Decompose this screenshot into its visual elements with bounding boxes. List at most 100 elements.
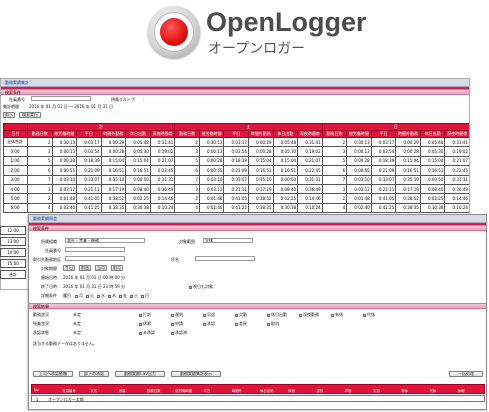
period-prev-week-button[interactable]: 前週 (79, 265, 91, 271)
period-value[interactable]: 2016 年 01 月 01 日 〜 2016 年 01 月 31 日 (29, 104, 113, 110)
result-flag-label: 有休 (335, 312, 343, 317)
result-flag-checkbox[interactable] (363, 313, 366, 317)
group-value[interactable]: : (143, 97, 144, 102)
bulk-button[interactable]: 一括処理 (449, 371, 483, 377)
grid-column-header[interactable]: 勤務日数 (321, 130, 348, 138)
org-select[interactable]: 本社・営業・総務 (65, 238, 145, 243)
weekday-checkbox[interactable] (108, 294, 111, 298)
period-today-button[interactable]: 今日 (63, 265, 75, 271)
list-column-header[interactable]: 平日 (204, 388, 211, 393)
result-flag-checkbox[interactable] (139, 313, 142, 317)
action-button[interactable]: 部下の承認 (79, 371, 109, 377)
grid-column-header[interactable]: 休日出勤 (419, 130, 446, 138)
result-flag-checkbox[interactable] (235, 322, 238, 326)
period-from-value[interactable]: 2016 年 01 月 01 日 00 時 00 分 (63, 275, 125, 281)
row-label: 6:00 (3, 202, 28, 214)
list-column-header[interactable]: 早退 (345, 388, 352, 393)
list-column-header[interactable]: 深夜 (288, 388, 295, 393)
result-flag-checkbox[interactable] (203, 322, 206, 326)
table-row[interactable]: 4:00 3 0:03:12 0:21:11 0:17:19 0:08:40 0:36:49… (3, 183, 469, 195)
table-row[interactable]: 5:00 2 0:01:48 0:41:05 0:38:52 0:02:25 0:14:46… (3, 193, 469, 204)
emp-no-input[interactable] (65, 247, 125, 252)
list-column-header[interactable]: 社員番号 (62, 388, 76, 393)
list-row[interactable]: 1 オープンロガー太郎 (31, 395, 485, 402)
result-flag-checkbox[interactable] (331, 313, 334, 317)
weekday-label: 曜日 (63, 293, 71, 298)
table-row[interactable]: 6:00 4 0:02:40 0:41:25 0:38:35 0:30:38 0:10:24… (3, 202, 469, 214)
emp-name-input[interactable] (195, 256, 255, 261)
grid-column-header[interactable]: 平日 (76, 130, 102, 138)
table-cell: 0:03:12 (346, 183, 372, 195)
table-cell: 0:38:35 (247, 202, 274, 214)
list-column-header[interactable]: 休暇 (458, 388, 465, 393)
weekday-checkbox[interactable] (141, 294, 144, 298)
grid-column-header[interactable]: 休日出勤 (125, 130, 151, 138)
grid-column-header[interactable]: 勤務日数 (174, 130, 200, 138)
period-to-value[interactable]: 2016 年 01 月 31 日 23 時 59 分 (63, 284, 125, 290)
holiday-checkbox[interactable] (189, 285, 192, 289)
weekday-checkbox[interactable] (86, 294, 89, 298)
list-column-header[interactable]: 所属 (119, 388, 126, 393)
grid-column-header[interactable]: 深夜時間帯 (297, 130, 323, 138)
grid-column-header[interactable]: 休日出勤 (272, 130, 299, 138)
list-column-header[interactable]: 時間外 (232, 388, 242, 393)
result-flag-checkbox[interactable] (235, 313, 238, 317)
weekday-checkbox[interactable] (119, 294, 122, 298)
weekday-checkbox[interactable] (97, 294, 100, 298)
grid-column-header[interactable]: 総労働時間 (198, 130, 225, 138)
table-row[interactable]: 1:00 5 0:00:28 0:18:39 0:15:04 0:15:04 0:21:07… (3, 155, 469, 167)
result-flag-checkbox[interactable] (171, 322, 174, 326)
weekday-checkbox[interactable] (75, 294, 78, 298)
grid-column-header[interactable]: 勤務日数 (27, 130, 53, 138)
grid-column-header[interactable]: 時間外勤務 (100, 130, 127, 138)
result-flag-checkbox[interactable] (139, 322, 142, 326)
table-cell: 2 (321, 136, 348, 148)
period-prev-month-button[interactable]: 前月 (111, 265, 123, 271)
table-cell: 4 (174, 202, 200, 214)
list-column-header[interactable]: 有休 (401, 388, 408, 393)
period-this-month-button[interactable]: 当月 (95, 265, 107, 271)
grid-column-header[interactable]: 時間外勤務 (395, 130, 421, 138)
grid-column-header[interactable]: 総労働時間 (346, 130, 372, 138)
grid-column-header[interactable]: 日付 (3, 130, 28, 138)
list-column-header[interactable]: 勤務日数 (147, 388, 161, 393)
table-cell: 2 (321, 193, 348, 204)
action-button[interactable]: 勤務実績集計表示 (171, 371, 221, 377)
grid-column-header[interactable]: 平日 (223, 130, 249, 138)
list-column-header[interactable]: 遅刻 (317, 388, 324, 393)
action-button[interactable]: 上司へ承認依頼 (33, 371, 73, 377)
table-row[interactable]: 2:00 6 0:00:55 0:21:09 0:16:51 0:16:51 0:22:45… (3, 165, 469, 176)
result-flag-checkbox[interactable] (139, 331, 142, 335)
list-column-header[interactable]: 総労働時間 (175, 388, 192, 393)
grid-column-header[interactable]: 深夜時間帯 (444, 130, 469, 138)
staff-input[interactable] (31, 96, 91, 101)
grid-column-header[interactable]: 総労働時間 (51, 130, 78, 138)
action-button[interactable]: 勤務実績CSV出力 (115, 371, 165, 377)
result-flag-checkbox[interactable] (267, 313, 270, 317)
list-column-header[interactable]: No (34, 388, 39, 392)
result-flag-checkbox[interactable] (171, 331, 174, 335)
grid-column-header[interactable]: 時間外勤務 (247, 130, 274, 138)
table-row[interactable]: 全体合計 2 0:30:13 0:03:17 0:00:29 0:05:48 0:31:41… (3, 136, 469, 148)
list-column-header[interactable]: 欠勤 (373, 388, 380, 393)
detail-window-title: 勤務実績照会 (33, 216, 57, 221)
result-flag-checkbox[interactable] (267, 322, 270, 326)
grid-column-header[interactable]: 深夜時間帯 (149, 130, 176, 138)
table-cell: 0:38:35 (100, 202, 127, 214)
status-select[interactable]: 全体 (203, 238, 253, 243)
table-cell: 3 (27, 183, 53, 195)
table-row[interactable]: 3:00 7 0:03:10 0:33:07 0:35:10 0:00:50 0:31:31… (3, 174, 469, 185)
result-flag-checkbox[interactable] (299, 313, 302, 317)
prev-button[interactable]: 前へ (3, 112, 15, 118)
result-flag-checkbox[interactable] (203, 313, 206, 317)
result-flag-checkbox[interactable] (171, 313, 174, 317)
list-column-header[interactable]: 代休 (430, 388, 437, 393)
client-input[interactable] (65, 256, 125, 261)
search-button[interactable]: 検索実行 (19, 112, 41, 118)
table-row[interactable]: 0:00 3 0:00:13 0:03:54 0:00:28 0:05:30 0:19:02… (3, 146, 469, 157)
period-from-label: 開始日時 (41, 275, 57, 280)
weekday-checkbox[interactable] (130, 294, 133, 298)
list-column-header[interactable]: 氏名 (91, 388, 98, 393)
list-column-header[interactable]: 休日出勤 (260, 388, 274, 393)
grid-column-header[interactable]: 平日 (370, 130, 397, 138)
